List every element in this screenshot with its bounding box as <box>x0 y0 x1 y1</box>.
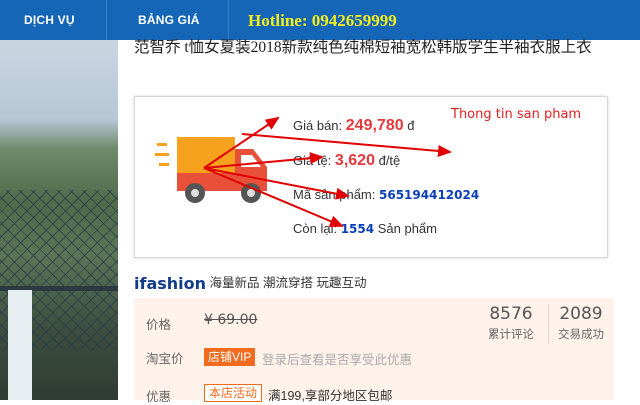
hotline-text[interactable]: Hotline: 0942659999 <box>248 0 397 40</box>
stock-label: Còn lại: <box>293 221 338 236</box>
price-panel: 价格 ¥ 69.00 淘宝价 店铺VIP 登录后查看是否享受此优惠 优惠 本店活… <box>134 298 614 404</box>
price-label: 价格 <box>146 318 172 332</box>
ifashion-banner[interactable]: ifashion 海量新品 潮流穿搭 玩趣互动 <box>134 272 366 294</box>
selling-price-row: Giá bán: 249,780 đ <box>293 117 414 135</box>
review-count-stat[interactable]: 8576 累计评论 <box>482 304 540 342</box>
review-count-value: 8576 <box>489 304 533 324</box>
product-title: 范智乔 t恤女夏装2018新款纯色纯棉短袖宽松韩版学生半袖衣服上衣 <box>134 39 592 56</box>
original-price: ¥ 69.00 <box>204 312 258 328</box>
sales-count-stat[interactable]: 2089 交易成功 <box>552 304 610 342</box>
stock-row: Còn lại: 1554 Sản phẩm <box>293 221 437 236</box>
taobao-price-label: 淘宝价 <box>146 352 184 366</box>
shipping-promo-note: 满199,享部分地区包邮 <box>268 389 393 403</box>
selling-price-value: 249,780 <box>345 117 404 134</box>
ifashion-logo: ifashion <box>134 273 207 293</box>
sales-count-label: 交易成功 <box>558 329 604 341</box>
vip-login-note[interactable]: 登录后查看是否享受此优惠 <box>262 349 412 368</box>
top-nav-bar: DỊCH VỤ BẢNG GIÁ Hotline: 0942659999 <box>0 0 640 40</box>
nav-divider <box>228 0 229 40</box>
exchange-rate-row: Giá tệ: 3,620 đ/tệ <box>293 152 400 170</box>
nav-divider <box>106 0 107 40</box>
product-code-row: Mã sản phẩm: 565194412024 <box>293 187 479 202</box>
stock-value: 1554 <box>340 222 375 236</box>
product-code-value: 565194412024 <box>379 188 480 202</box>
exchange-rate-label: Giá tệ: <box>293 153 332 168</box>
stock-unit: Sản phẩm <box>377 221 437 236</box>
ifashion-tagline: 海量新品 潮流穿搭 玩趣互动 <box>209 276 367 290</box>
promo-label: 优惠 <box>146 390 172 404</box>
vip-badge[interactable]: 店铺VIP <box>204 348 256 366</box>
review-count-label: 累计评论 <box>488 329 534 341</box>
annotation-note: Thong tin san pham <box>451 107 582 122</box>
background-photo <box>0 40 118 400</box>
selling-price-unit: đ <box>407 118 415 133</box>
sales-count-value: 2089 <box>559 304 603 324</box>
exchange-rate-unit: đ/tệ <box>378 153 401 168</box>
nav-item-dich-vu[interactable]: DỊCH VỤ <box>24 0 75 40</box>
exchange-rate-value: 3,620 <box>334 152 375 169</box>
promo-badge: 本店活动 <box>204 384 263 402</box>
product-info-box: Giá bán: 249,780 đ Giá tệ: 3,620 đ/tệ Mã… <box>134 96 608 258</box>
nav-item-bang-gia[interactable]: BẢNG GIÁ <box>138 0 200 40</box>
selling-price-label: Giá bán: <box>293 118 343 133</box>
delivery-truck-icon <box>155 137 267 203</box>
product-code-label: Mã sản phẩm: <box>293 187 376 202</box>
fence-post <box>8 290 32 400</box>
stat-divider <box>548 304 549 344</box>
